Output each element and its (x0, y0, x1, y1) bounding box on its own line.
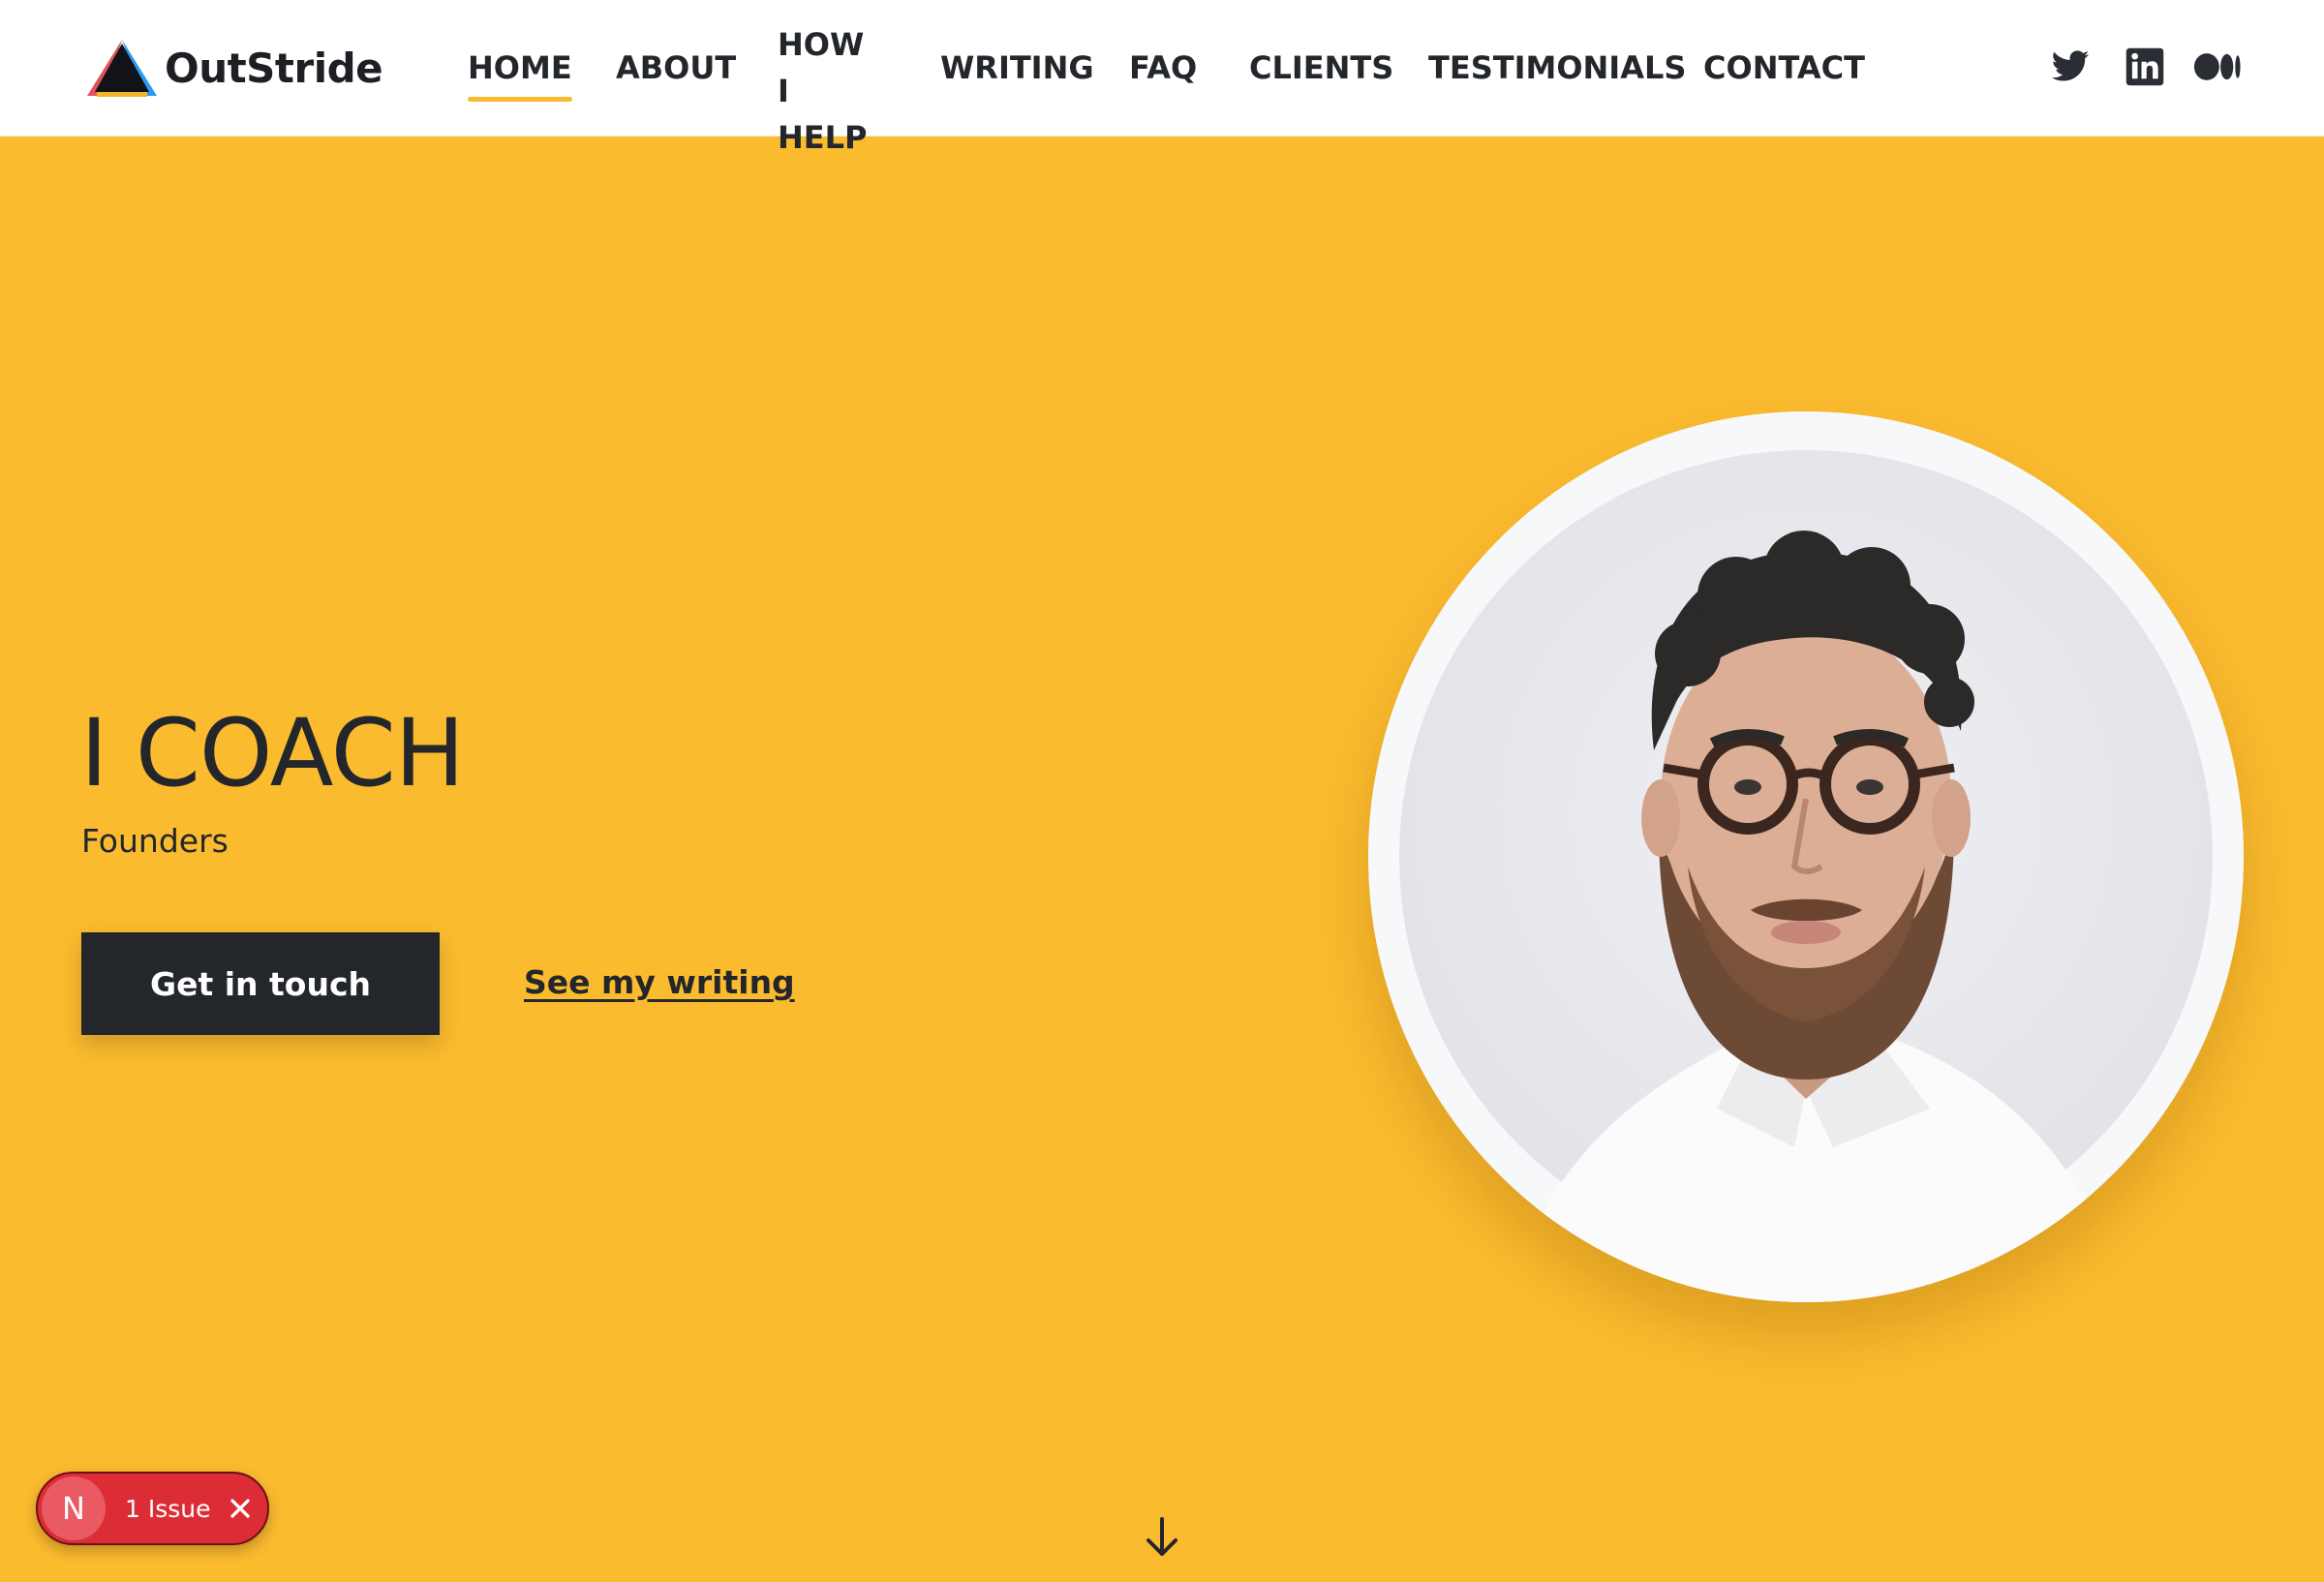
see-my-writing-link[interactable]: See my writing (524, 960, 795, 1005)
medium-icon[interactable] (2193, 46, 2244, 87)
twitter-icon[interactable] (2050, 46, 2091, 87)
nextjs-n-icon: N (42, 1476, 106, 1540)
scroll-down-arrow-icon[interactable] (1143, 1513, 1181, 1562)
close-icon[interactable] (225, 1493, 256, 1524)
issue-badge[interactable]: N 1 Issue (36, 1472, 269, 1545)
hero-subtitle: Founders (81, 822, 229, 860)
logo-triangle-icon (87, 40, 157, 97)
nav-faq[interactable]: FAQ (1129, 45, 1197, 91)
logo-text: OutStride (165, 44, 383, 92)
nav-testimonials[interactable]: TESTIMONIALS (1428, 45, 1686, 91)
nav-about[interactable]: ABOUT (616, 45, 736, 91)
hero-title: I COACH (80, 699, 465, 807)
issue-count: 1 Issue (125, 1494, 211, 1523)
nav-contact[interactable]: CONTACT (1703, 45, 1865, 91)
portrait-photo (1368, 411, 2244, 1302)
linkedin-icon[interactable] (2125, 46, 2165, 87)
nav-writing[interactable]: WRITING (940, 45, 1094, 91)
nav-how-i-help[interactable]: HOW I HELP (778, 21, 884, 161)
nav-home[interactable]: HOME (468, 45, 572, 102)
get-in-touch-button[interactable]: Get in touch (81, 932, 440, 1035)
site-header: OutStride HOME ABOUT HOW I HELP WRITING … (0, 0, 2324, 156)
logo[interactable]: OutStride (85, 35, 383, 101)
nav-clients[interactable]: CLIENTS (1249, 45, 1393, 91)
portrait-image (1368, 411, 2244, 1302)
